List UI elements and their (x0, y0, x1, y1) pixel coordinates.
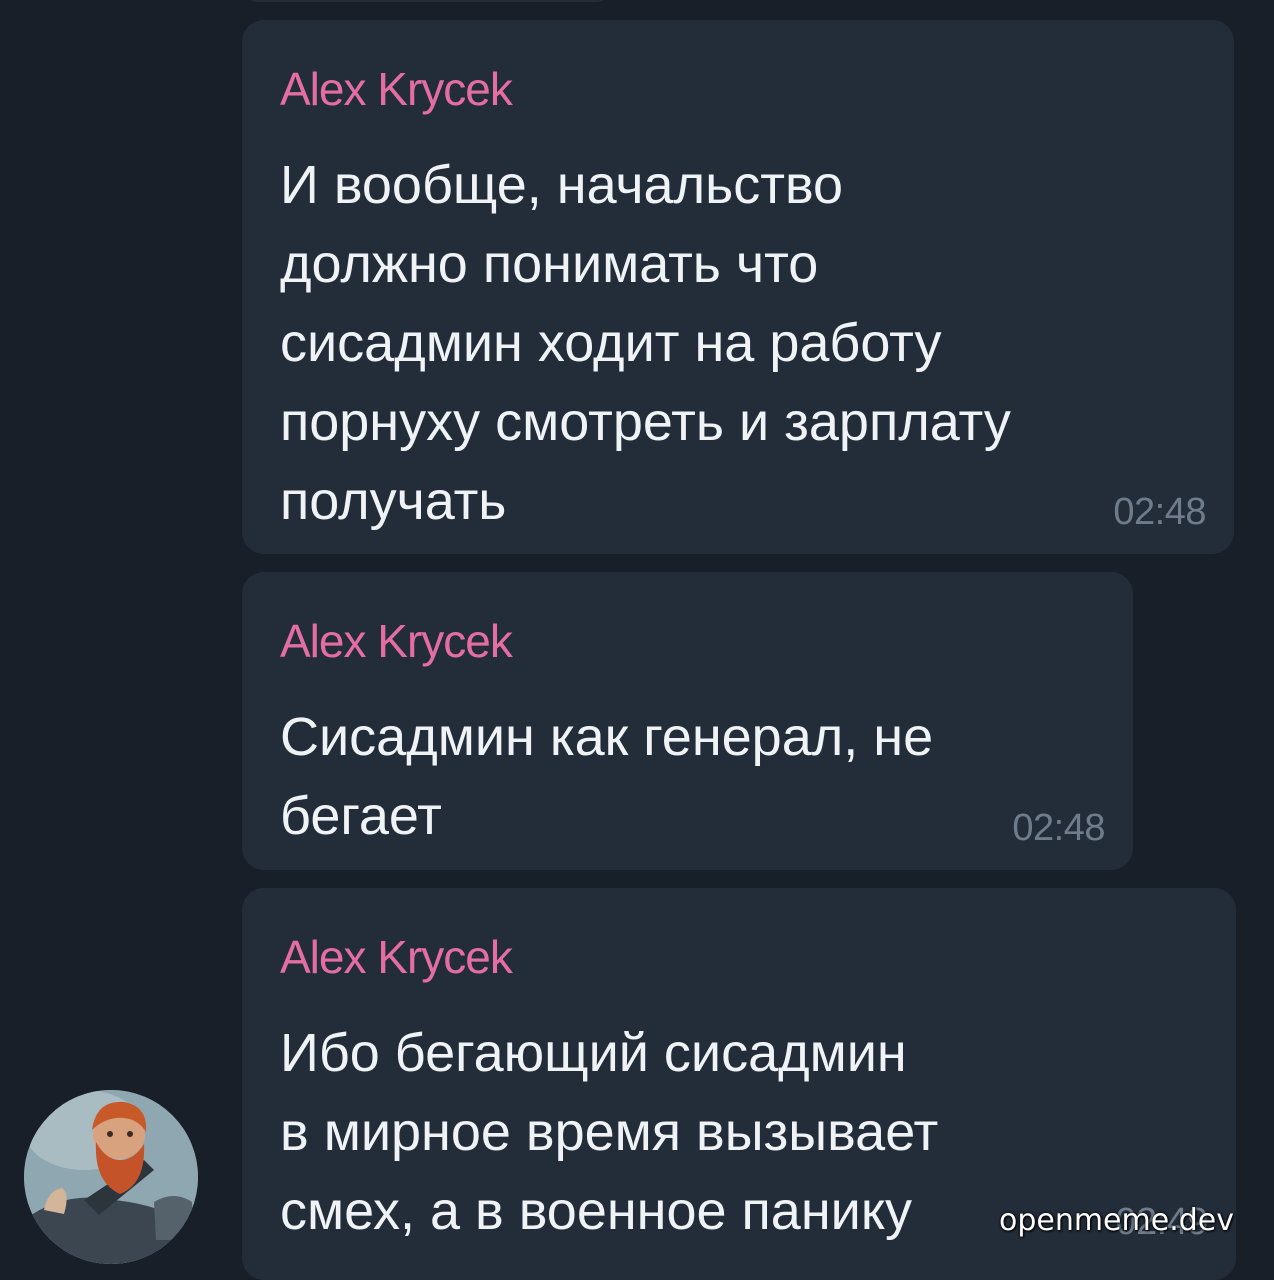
message-timestamp: 02:48 (1012, 807, 1105, 849)
user-avatar[interactable] (24, 1090, 198, 1264)
message-text: Сисадмин как генерал, не бегает (280, 707, 934, 846)
message-bubble[interactable]: Alex Krycek Сисадмин как генерал, не бег… (242, 572, 1133, 870)
sender-name[interactable]: Alex Krycek (280, 934, 1200, 980)
watermark: openmeme.dev (998, 1203, 1234, 1238)
sender-name[interactable]: Alex Krycek (280, 618, 1097, 664)
user-avatar-bearded-warrior-icon (24, 1090, 198, 1264)
message-bubble[interactable]: Alex Krycek И вообще, начальство должно … (242, 20, 1234, 554)
message-text: И вообще, начальство должно понимать что… (280, 155, 1011, 531)
previous-message-bubble (242, 0, 612, 2)
sender-name[interactable]: Alex Krycek (280, 66, 1198, 112)
message-timestamp: 02:48 (1113, 491, 1206, 533)
